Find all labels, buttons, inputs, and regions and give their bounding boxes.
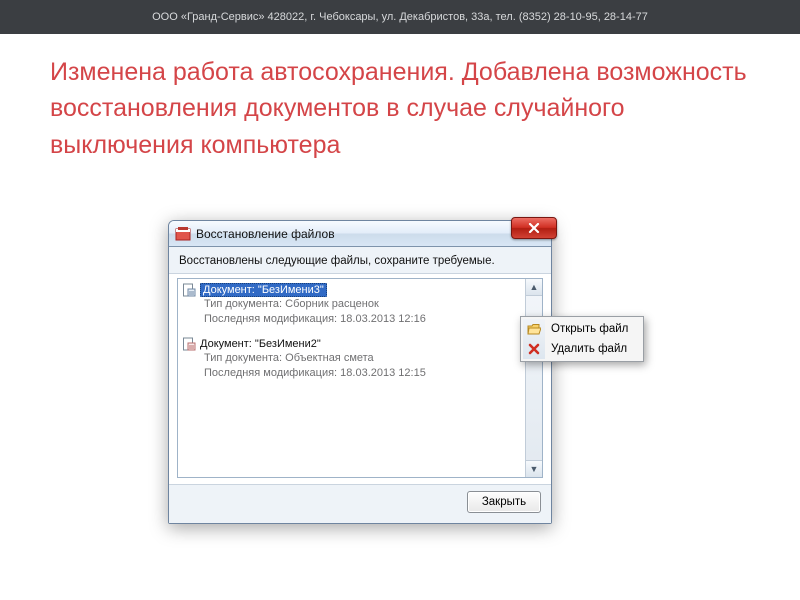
document-icon: [182, 283, 196, 297]
dialog-button-row: Закрыть: [169, 484, 551, 523]
dialog-title: Восстановление файлов: [196, 227, 335, 241]
scrollbar[interactable]: ▲ ▼: [525, 279, 542, 477]
document-icon: [182, 337, 196, 351]
entry-name: Документ: "БезИмени2": [200, 338, 321, 350]
close-button[interactable]: Закрыть: [467, 491, 541, 513]
file-recovery-dialog: Восстановление файлов Восстановлены след…: [168, 220, 552, 524]
dialog-titlebar[interactable]: Восстановление файлов: [169, 221, 551, 247]
entry-details: Тип документа: Сборник расценок Последня…: [182, 297, 538, 327]
app-icon: [175, 226, 191, 242]
context-menu: Открыть файл Удалить файл: [520, 316, 644, 362]
folder-open-icon: [527, 322, 541, 336]
page-header-bar: ООО «Гранд-Сервис» 428022, г. Чебоксары,…: [0, 0, 800, 34]
company-info: ООО «Гранд-Сервис» 428022, г. Чебоксары,…: [152, 11, 648, 23]
close-icon: [528, 223, 540, 233]
list-item[interactable]: Документ: "БезИмени2" Тип документа: Объ…: [178, 333, 542, 387]
entry-name: Документ: "БезИмени3": [200, 283, 327, 297]
menu-delete-file[interactable]: Удалить файл: [523, 339, 641, 359]
scroll-down-button[interactable]: ▼: [526, 460, 542, 477]
entry-details: Тип документа: Объектная смета Последняя…: [182, 351, 538, 381]
menu-label: Удалить файл: [551, 343, 627, 355]
list-item[interactable]: Документ: "БезИмени3" Тип документа: Сбо…: [178, 279, 542, 333]
slide-headline: Изменена работа автосохранения. Добавлен…: [0, 34, 800, 173]
window-close-button[interactable]: [511, 217, 557, 239]
menu-label: Открыть файл: [551, 323, 628, 335]
recovered-files-list: Документ: "БезИмени3" Тип документа: Сбо…: [177, 278, 543, 478]
scroll-up-button[interactable]: ▲: [526, 279, 542, 296]
delete-icon: [527, 342, 541, 356]
dialog-instruction: Восстановлены следующие файлы, сохраните…: [169, 247, 551, 274]
menu-open-file[interactable]: Открыть файл: [523, 319, 641, 339]
